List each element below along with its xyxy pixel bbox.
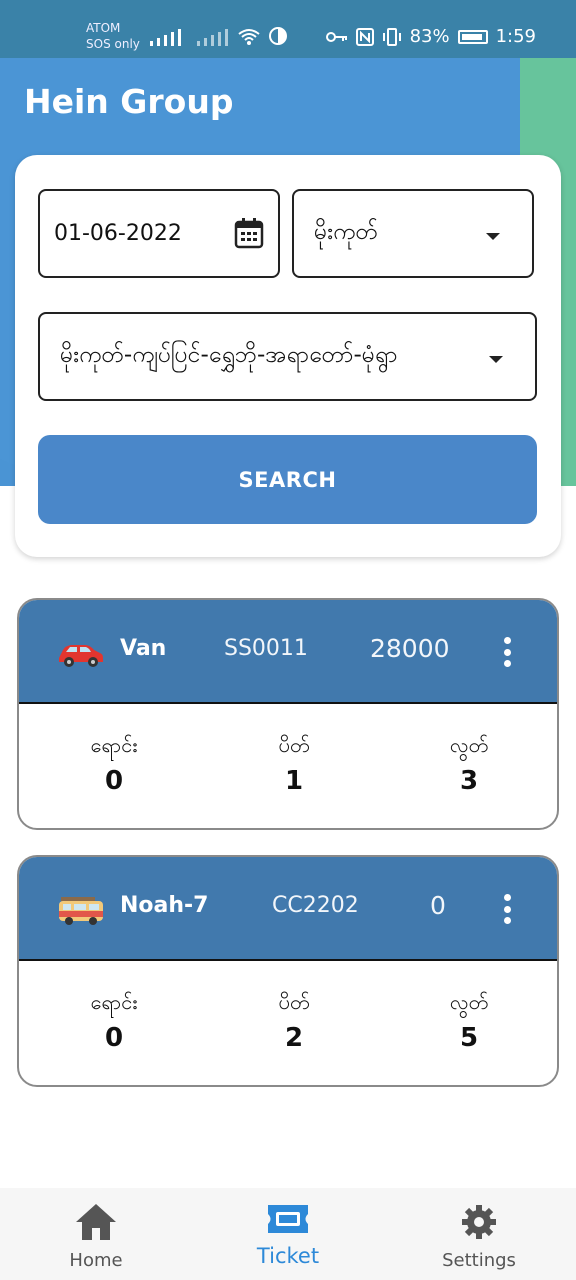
town-selected: မိုးကုတ် xyxy=(314,218,378,245)
stat-label: လွတ် xyxy=(449,733,489,757)
nfc-icon xyxy=(355,27,374,46)
carrier-name: ATOM xyxy=(86,21,121,35)
vehicle-price: 28000 xyxy=(370,634,450,663)
stat-sold: ရောင်း 0 xyxy=(54,732,174,796)
nav-label: Ticket xyxy=(256,1244,320,1268)
status-right: 83% 1:59 xyxy=(325,26,536,47)
wifi-icon xyxy=(238,29,260,45)
car-icon xyxy=(59,645,103,667)
stat-value: 5 xyxy=(459,1023,479,1053)
stat-closed: ပိတ် 1 xyxy=(234,732,354,796)
carrier-info: ATOM SOS only xyxy=(86,20,140,52)
route-selected: မိုးကုတ်-ကျပ်ပြင်-ရွှေဘို-အရာတော်-မုံရွာ xyxy=(60,341,398,368)
bottom-navigation: Home Ticket Settings xyxy=(0,1188,576,1280)
clock: 1:59 xyxy=(495,26,536,47)
vehicle-name: Van xyxy=(120,636,167,661)
vibrate-icon xyxy=(382,27,401,46)
chevron-down-icon xyxy=(486,233,500,240)
stat-closed: ပိတ် 2 xyxy=(234,989,354,1053)
more-vertical-icon[interactable] xyxy=(503,894,511,924)
signal-icon xyxy=(150,26,288,46)
stat-label: ပိတ် xyxy=(278,733,310,757)
nav-label: Home xyxy=(69,1250,123,1271)
stat-label: ပိတ် xyxy=(278,990,310,1014)
battery-percent: 83% xyxy=(409,26,450,47)
status-bar: ATOM SOS only 83% 1:59 xyxy=(0,0,576,58)
calendar-icon[interactable] xyxy=(234,217,264,249)
stat-free: လွတ် 3 xyxy=(409,732,529,796)
seat-stats: ရောင်း 0 ပိတ် 1 လွတ် 3 xyxy=(19,704,557,828)
data-saver-icon xyxy=(269,27,287,45)
battery-icon xyxy=(457,29,488,44)
stat-label: ရောင်း xyxy=(90,733,138,757)
seat-stats: ရောင်း 0 ပိတ် 2 လွတ် 5 xyxy=(19,961,557,1085)
stat-label: ရောင်း xyxy=(90,990,138,1014)
stat-value: 3 xyxy=(459,766,479,796)
vehicle-code: SS0011 xyxy=(224,636,308,661)
stat-sold: ရောင်း 0 xyxy=(54,989,174,1053)
vehicle-card[interactable]: Van SS0011 28000 ရောင်း 0 ပိတ် 1 လွတ် 3 xyxy=(17,598,559,830)
vehicle-price: 0 xyxy=(430,891,446,920)
nav-settings[interactable]: Settings xyxy=(419,1202,539,1271)
stat-value: 0 xyxy=(104,766,124,796)
chevron-down-icon xyxy=(489,356,503,363)
nav-label: Settings xyxy=(442,1250,516,1271)
vehicle-card[interactable]: Noah-7 CC2202 0 ရောင်း 0 ပိတ် 2 လွတ် 5 xyxy=(17,855,559,1087)
more-vertical-icon[interactable] xyxy=(503,637,511,667)
gear-icon xyxy=(462,1205,496,1239)
vehicle-code: CC2202 xyxy=(272,893,359,918)
nav-home[interactable]: Home xyxy=(36,1202,156,1271)
search-card: 01-06-2022 မိုးကုတ် မိုးကုတ်-ကျပ်ပြင်-ရွ… xyxy=(15,155,561,557)
vehicle-card-header: Van SS0011 28000 xyxy=(19,600,557,704)
app-title: Hein Group xyxy=(24,82,234,121)
search-button[interactable]: SEARCH xyxy=(38,435,537,524)
vehicle-card-header: Noah-7 CC2202 0 xyxy=(19,857,557,961)
bus-icon xyxy=(59,897,103,925)
stat-value: 2 xyxy=(284,1023,304,1053)
route-dropdown[interactable]: မိုးကုတ်-ကျပ်ပြင်-ရွှေဘို-အရာတော်-မုံရွာ xyxy=(38,312,537,401)
stat-value: 0 xyxy=(104,1023,124,1053)
stat-value: 1 xyxy=(284,766,304,796)
stat-label: လွတ် xyxy=(449,990,489,1014)
vehicle-name: Noah-7 xyxy=(120,893,209,918)
nav-ticket[interactable]: Ticket xyxy=(228,1202,348,1268)
home-icon xyxy=(76,1204,116,1240)
key-icon xyxy=(325,31,347,42)
date-field[interactable]: 01-06-2022 xyxy=(38,189,280,278)
town-dropdown[interactable]: မိုးကုတ် xyxy=(292,189,534,278)
stat-free: လွတ် 5 xyxy=(409,989,529,1053)
carrier-status: SOS only xyxy=(86,37,140,51)
date-value: 01-06-2022 xyxy=(54,221,182,246)
ticket-icon xyxy=(268,1205,308,1233)
